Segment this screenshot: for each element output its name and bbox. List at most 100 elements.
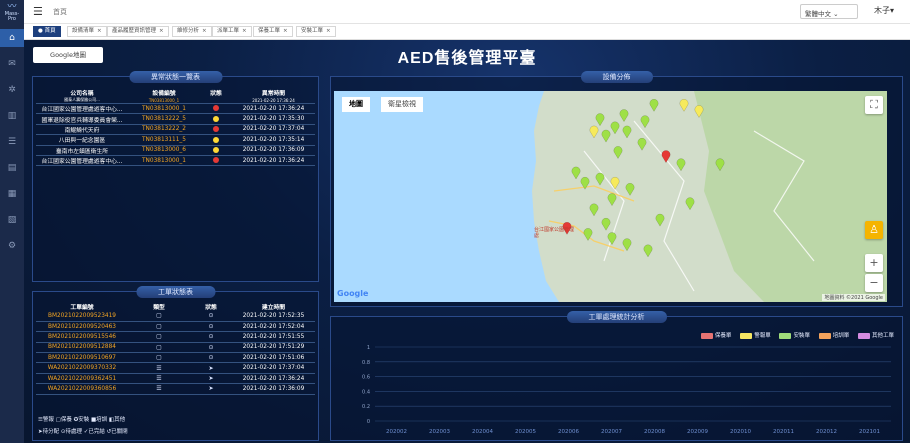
- fullscreen-icon[interactable]: ⛶: [865, 96, 883, 114]
- order-code[interactable]: BM2021022009515546: [36, 332, 128, 342]
- x-tick-label: 202006: [558, 429, 579, 435]
- status-cell: [200, 145, 232, 155]
- dashboard: AED售後管理平臺 Google地圖 異常狀態一覽表 公司名稱 設備編號 狀態 …: [24, 40, 910, 443]
- created-time: 2021-02-20 17:51:29: [242, 344, 305, 351]
- chart-legend: 保養單 警報單 安裝單 培訓單 其他工單: [694, 331, 894, 339]
- table-row[interactable]: 國泰人壽保險公司... TN03813000_1 2021-02-20 17:3…: [36, 97, 315, 104]
- tab-dispatch-orders[interactable]: 派單工單 ×: [212, 26, 252, 37]
- table-row[interactable]: BM2021022009512884 ▢ ⊙ 2021-02-20 17:51:29: [36, 342, 315, 353]
- table-row[interactable]: 台江國家公園管理處遊客中心... TN03813000_1 2021-02-20…: [36, 155, 315, 166]
- order-code[interactable]: BM2021022009523419: [36, 311, 128, 321]
- map-place-label: 台江國家公園管理處: [534, 227, 575, 239]
- map-type-satellite-button[interactable]: 衛星檢視: [381, 97, 423, 112]
- device-code[interactable]: TN03813222_5: [128, 114, 200, 124]
- y-tick-label: 0.8: [362, 360, 370, 366]
- company-name: 八田與一紀念園區: [58, 138, 106, 145]
- device-code[interactable]: TN03813000_1: [128, 104, 200, 114]
- device-map[interactable]: 地圖 衛星檢視 台江國家公園管理處 ⛶ ♙ + − Google 地圖資料 ©2…: [334, 91, 887, 302]
- device-code[interactable]: TN03813000_1: [128, 155, 200, 165]
- close-icon[interactable]: ×: [242, 28, 247, 34]
- tab-maintenance-orders[interactable]: 保養工單 ×: [253, 26, 293, 37]
- legend-item[interactable]: 保養單: [700, 331, 731, 339]
- order-code[interactable]: WA2021022009362451: [36, 373, 128, 383]
- device-code[interactable]: TN03813222_2: [128, 124, 200, 134]
- created-time: 2021-02-20 17:51:06: [242, 354, 305, 361]
- tab-device-list[interactable]: 設備清單 ×: [67, 26, 107, 37]
- close-icon[interactable]: ×: [326, 28, 331, 34]
- legend-label: 其他工單: [871, 333, 894, 339]
- stats-chart: 0 0.2 0.4 0.6 0.8 1 202002 202003 202004 202005 20…: [362, 345, 891, 435]
- tab-product-history[interactable]: 產品履歷資訊管理 ×: [107, 26, 169, 37]
- order-code[interactable]: BM2021022009510697: [36, 353, 128, 363]
- legend-item[interactable]: 其他工單: [857, 331, 894, 339]
- table-row[interactable]: BM2021022009515546 ▢ ⊙ 2021-02-20 17:51:55: [36, 332, 315, 343]
- close-icon[interactable]: ×: [97, 28, 102, 34]
- table-row[interactable]: 臺南市左鎮區衛生所 TN03813000_6 2021-02-20 17:36:…: [36, 145, 315, 156]
- status-dot: [213, 147, 219, 153]
- breadcrumb[interactable]: 首頁: [53, 7, 67, 17]
- table-row[interactable]: WA2021022009370332 ☰ ➤ 2021-02-20 17:37:04: [36, 363, 315, 374]
- home-icon[interactable]: ⌂: [0, 29, 24, 47]
- status-dot: [213, 126, 219, 133]
- street-view-icon[interactable]: ♙: [865, 221, 883, 239]
- map-type-map-button[interactable]: 地圖: [342, 97, 370, 112]
- alarm-time: 2021-02-20 17:36:24: [242, 105, 305, 112]
- tab-install-orders[interactable]: 安裝工單 ×: [296, 26, 336, 37]
- work-order-panel-title: 工單狀態表: [136, 286, 215, 298]
- table-row[interactable]: BM2021022009510697 ▢ ⊙ 2021-02-20 17:51:06: [36, 353, 315, 363]
- table-row[interactable]: WA2021022009360856 ☰ ➤ 2021-02-20 17:36:09: [36, 384, 315, 395]
- list-icon[interactable]: ☰: [0, 133, 24, 151]
- order-type-icon: ▢: [156, 343, 162, 351]
- legend-item[interactable]: 安裝單: [779, 331, 810, 339]
- state-legend: ➤待分配 ⊙待處理 ✓已完結 ↺已關閉: [38, 429, 128, 435]
- tab-label: 維修分析: [177, 28, 200, 34]
- order-type-icon: ▢: [156, 333, 162, 341]
- order-code[interactable]: WA2021022009360856: [36, 384, 128, 394]
- table-row[interactable]: 南鯤鯓代天府 TN03813222_2 2021-02-20 17:37:04: [36, 124, 315, 135]
- table-row[interactable]: 台江國家公園管理處遊客中心... TN03813000_1 2021-02-20…: [36, 104, 315, 114]
- x-tick-label: 202004: [472, 429, 493, 435]
- user-menu[interactable]: 木子▾: [874, 5, 894, 16]
- table-row[interactable]: BM2021022009520463 ▢ ⊙ 2021-02-20 17:52:04: [36, 321, 315, 332]
- alarm-time: 2021-02-20 17:35:14: [242, 136, 305, 143]
- zoom-in-button[interactable]: +: [865, 254, 883, 272]
- order-code[interactable]: WA2021022009370332: [36, 363, 128, 373]
- order-code[interactable]: BM2021022009520463: [36, 321, 128, 331]
- created-time: 2021-02-20 17:36:24: [242, 375, 305, 382]
- table-row[interactable]: 國軍退除役官兵輔導委員會榮... TN03813222_5 2021-02-20…: [36, 114, 315, 125]
- language-select[interactable]: 繁體中文 ⌄: [800, 4, 858, 19]
- app-logo[interactable]: 〰 Mass-Pro: [2, 3, 22, 22]
- mail-icon[interactable]: ✉: [0, 55, 24, 73]
- menu-toggle-icon[interactable]: ☰: [33, 5, 43, 18]
- order-code[interactable]: BM2021022009512884: [36, 342, 128, 352]
- legend-swatch: [779, 332, 792, 339]
- legend-item[interactable]: 培訓單: [818, 331, 849, 339]
- tab-home[interactable]: ● 首頁: [33, 26, 61, 37]
- file-icon[interactable]: ▦: [0, 185, 24, 203]
- google-map-button[interactable]: Google地圖: [33, 47, 103, 63]
- document-icon[interactable]: ▤: [0, 159, 24, 177]
- status-dot: [213, 115, 219, 122]
- table-row[interactable]: 八田與一紀念園區 TN03813111_5 2021-02-20 17:35:1…: [36, 135, 315, 146]
- zoom-out-button[interactable]: −: [865, 274, 883, 292]
- grid-icon[interactable]: ▧: [0, 211, 24, 229]
- book-icon[interactable]: ▥: [0, 107, 24, 125]
- order-type-icon: ▢: [156, 354, 162, 362]
- tab-repair-analysis[interactable]: 維修分析 ×: [172, 26, 212, 37]
- order-type-icon: ▢: [156, 323, 162, 331]
- map-canvas[interactable]: [334, 91, 887, 302]
- legend-item[interactable]: 警報單: [740, 331, 771, 339]
- device-code[interactable]: TN03813000_6: [128, 145, 200, 155]
- settings-icon[interactable]: ✲: [0, 81, 24, 99]
- gear-icon[interactable]: ⚙: [0, 237, 24, 255]
- close-icon[interactable]: ×: [283, 28, 288, 34]
- table-row[interactable]: BM2021022009523419 ▢ ⊙ 2021-02-20 17:52:35: [36, 311, 315, 322]
- map-attribution[interactable]: 地圖資料 ©2021 Google: [822, 294, 885, 301]
- col-order-code: 工單編號: [70, 305, 94, 311]
- table-row[interactable]: WA2021022009362451 ☰ ➤ 2021-02-20 17:36:24: [36, 373, 315, 384]
- col-company: 公司名稱: [70, 91, 94, 97]
- close-icon[interactable]: ×: [202, 28, 207, 34]
- logo-text: Mass-Pro: [4, 11, 20, 22]
- device-code[interactable]: TN03813111_5: [128, 135, 200, 145]
- close-icon[interactable]: ×: [159, 28, 164, 34]
